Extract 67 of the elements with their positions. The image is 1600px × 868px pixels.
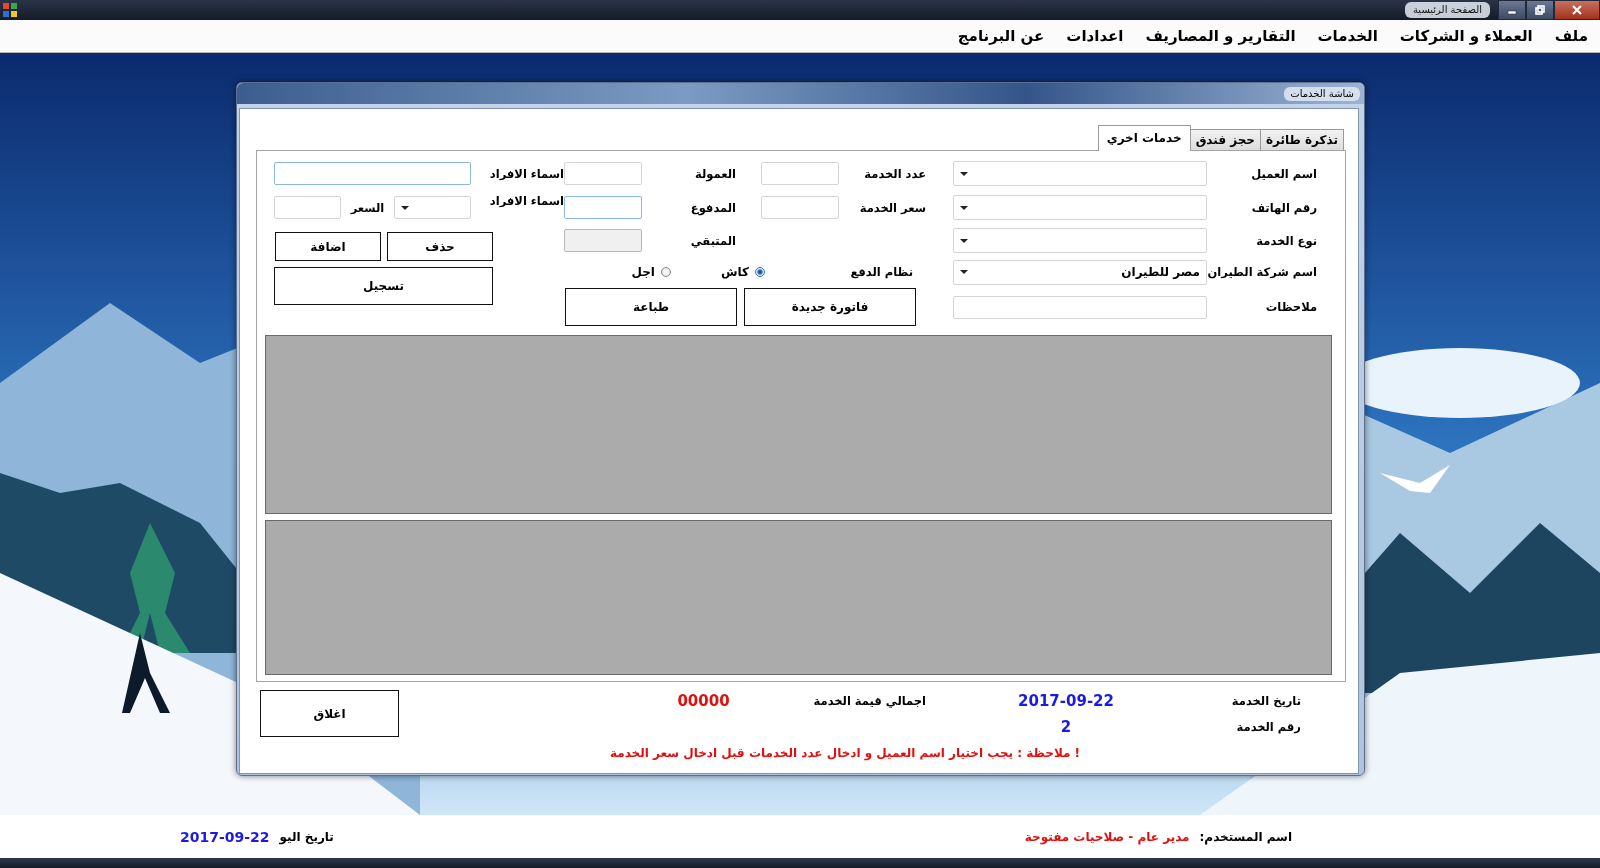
- tab[interactable]: حجز فندق: [1189, 129, 1261, 150]
- menu-item[interactable]: الخدمات: [1317, 27, 1378, 45]
- menu-item[interactable]: اعدادات: [1066, 27, 1124, 45]
- field-label: اسم شركة الطيران: [1207, 265, 1318, 279]
- field-label: المتبقي: [689, 233, 737, 248]
- field-label: السعر: [349, 200, 386, 215]
- warning-note: ! ملاحظة : يجب اختيار اسم العميل و ادخال عدد الخدمات قبل ادخال سعر الخدمة: [609, 746, 1081, 760]
- caret-icon: [960, 205, 968, 210]
- field-label: تاريخ الخدمة: [1230, 694, 1301, 708]
- button[interactable]: فاتورة جديدة: [744, 288, 916, 326]
- combo-box[interactable]: [953, 161, 1207, 186]
- field-label: اسماء الافراد: [488, 166, 564, 181]
- button[interactable]: طباعة: [565, 288, 737, 326]
- tab[interactable]: خدمات اخري: [1097, 125, 1191, 151]
- user-label: اسم المستخدم:: [1199, 829, 1292, 844]
- minimize-button[interactable]: [1498, 0, 1526, 20]
- app-icon: [3, 3, 17, 17]
- date-value: 2017-09-22: [1018, 692, 1114, 710]
- text-field[interactable]: [564, 162, 642, 185]
- text-field[interactable]: [274, 162, 471, 185]
- field-label: المدفوع: [689, 200, 737, 215]
- field-label: اسماء الافراد: [488, 193, 564, 208]
- field-label: ملاحظات: [1264, 300, 1318, 314]
- combo-box[interactable]: مصر للطيران: [953, 259, 1207, 285]
- combo-box[interactable]: [394, 196, 471, 219]
- date-value: 2017-09-22: [180, 828, 270, 845]
- maximize-button[interactable]: [1526, 0, 1554, 20]
- close-icon: [1571, 5, 1583, 15]
- window-title: الصفحة الرئيسية: [1405, 2, 1490, 18]
- field-label: نوع الخدمة: [1255, 233, 1318, 248]
- field-label: العمولة: [694, 166, 737, 181]
- text-field[interactable]: [761, 196, 839, 219]
- dialog-title: شاشة الخدمات: [1284, 86, 1360, 101]
- combo-box[interactable]: [953, 228, 1207, 253]
- menu-item[interactable]: عن البرنامج: [957, 27, 1045, 45]
- caret-icon: [401, 205, 409, 210]
- field-label: عدد الخدمة: [863, 166, 927, 181]
- close-button[interactable]: اغلاق: [260, 690, 399, 737]
- text-field[interactable]: [953, 295, 1207, 319]
- caret-icon: [960, 270, 968, 274]
- caret-icon: [960, 171, 968, 176]
- total-value: 00000: [677, 692, 730, 710]
- user-name: مدير عام - صلاحيات مفتوحة: [1024, 829, 1190, 844]
- field-label: رقم الهاتف: [1250, 200, 1318, 215]
- field-label: نظام الدفع: [849, 265, 914, 279]
- field-label: اجمالي قيمة الخدمة: [812, 694, 926, 708]
- restore-icon: [1535, 5, 1545, 15]
- text-field[interactable]: [761, 162, 839, 185]
- combo-box[interactable]: [953, 195, 1207, 220]
- field-label: سعر الخدمة: [858, 200, 927, 215]
- menu-item[interactable]: ملف: [1554, 27, 1588, 45]
- date-label: تاريخ اليو: [279, 829, 334, 844]
- text-field[interactable]: [274, 196, 341, 219]
- tab[interactable]: تذكرة طائرة: [1260, 129, 1344, 150]
- radio-button[interactable]: كاش: [720, 265, 765, 279]
- button[interactable]: اضافة: [275, 232, 381, 261]
- text-field[interactable]: [564, 196, 642, 219]
- close-button[interactable]: [1554, 0, 1600, 20]
- number-value: 2: [1060, 718, 1072, 736]
- field-label: رقم الخدمة: [1235, 720, 1301, 734]
- menu-item[interactable]: العملاء و الشركات: [1399, 27, 1533, 45]
- save-button[interactable]: تسجيل: [274, 267, 493, 305]
- field-label: اسم العميل: [1250, 166, 1318, 181]
- button[interactable]: حذف: [387, 232, 493, 261]
- radio-button[interactable]: اجل: [631, 265, 671, 279]
- menu-item[interactable]: التقارير و المصاريف: [1145, 27, 1296, 45]
- caret-icon: [960, 238, 968, 243]
